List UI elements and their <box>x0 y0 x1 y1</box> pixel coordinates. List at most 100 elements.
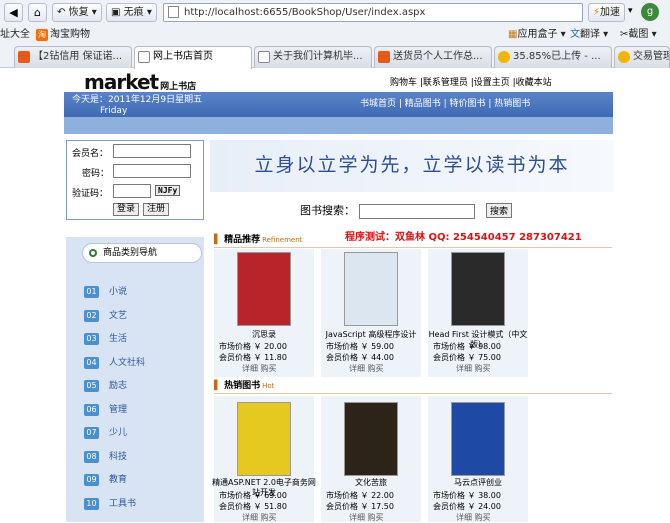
category-item[interactable]: 04 人文社科 <box>84 356 145 370</box>
book-title[interactable]: 马云点评创业 <box>426 478 530 488</box>
site-logo[interactable]: market 网上书店 <box>84 70 196 94</box>
taobao-icon: 淘 <box>36 29 48 41</box>
tab-4[interactable]: 送货员个人工作总... <box>374 46 492 68</box>
detail-link[interactable]: 详细 <box>242 364 258 373</box>
search-label: 图书搜索： <box>300 204 355 217</box>
screenshot-button[interactable]: ✂截图 ▾ <box>620 28 657 42</box>
tab-3[interactable]: 关于我们计算机毕... <box>254 46 372 68</box>
book-title[interactable]: 沉思录 <box>212 330 316 340</box>
category-number: 03 <box>84 333 99 345</box>
tab-6[interactable]: 交易管理 <box>614 46 670 68</box>
address-bar[interactable]: http://localhost:6655/BookShop/User/inde… <box>163 3 583 22</box>
book-cover[interactable] <box>451 402 505 476</box>
captcha-input[interactable] <box>113 184 151 198</box>
book-cover[interactable] <box>451 252 505 326</box>
translate-button[interactable]: 文翻译 ▾ <box>570 28 608 42</box>
book-cover[interactable] <box>237 252 291 326</box>
book-cover[interactable] <box>344 252 398 326</box>
category-number: 06 <box>84 403 99 416</box>
category-label: 励志 <box>109 381 128 391</box>
category-item[interactable]: 03 生活 <box>84 332 127 346</box>
book-title[interactable]: 文化苦旅 <box>319 478 423 488</box>
member-price: 会员价格 ￥ 51.80 <box>219 502 287 511</box>
detail-link[interactable]: 详细 <box>242 513 258 522</box>
market-price: 市场价格 ￥ 38.00 <box>433 491 501 500</box>
member-price: 会员价格 ￥ 11.80 <box>219 353 287 362</box>
tab-favicon <box>138 51 150 63</box>
category-number: 04 <box>84 356 99 369</box>
buy-link[interactable]: 购买 <box>261 513 277 522</box>
tab-favicon <box>618 51 630 63</box>
book-cover[interactable] <box>237 402 291 476</box>
product-links: 详细 购买 <box>456 512 491 523</box>
buy-link[interactable]: 购买 <box>368 364 384 373</box>
buy-link[interactable]: 购买 <box>261 364 277 373</box>
category-number: 01 <box>84 286 99 298</box>
market-price: 市场价格 ￥ 20.00 <box>219 342 287 351</box>
detail-link[interactable]: 详细 <box>456 364 472 373</box>
category-item[interactable]: 05 励志 <box>84 379 127 393</box>
product-links: 详细 购买 <box>349 363 384 374</box>
top-links[interactable]: 购物车 |联系管理员 |设置主页 |收藏本站 <box>390 75 552 88</box>
category-number: 02 <box>84 309 99 322</box>
register-button[interactable]: 注册 <box>143 203 170 216</box>
tab-1[interactable]: 【2钻信用 保证诺... <box>14 46 132 68</box>
home-icon[interactable]: ⌂ <box>28 3 47 22</box>
app-box-button[interactable]: ▦应用盒子 ▾ <box>508 28 566 42</box>
tab-bookshop[interactable]: 网上书店首页 <box>134 46 252 69</box>
date-display: 今天是：2011年12月9日星期五 Friday <box>72 95 203 116</box>
detail-link[interactable]: 详细 <box>456 513 472 522</box>
category-label: 人文社科 <box>109 357 146 368</box>
book-title[interactable]: JavaScript 高级程序设计 <box>319 330 423 340</box>
password-input[interactable] <box>113 164 191 178</box>
back-icon[interactable]: ◀ <box>4 3 23 22</box>
category-item[interactable]: 09 教育 <box>84 473 127 487</box>
category-label: 管理 <box>109 404 128 415</box>
category-item[interactable]: 08 科技 <box>84 450 127 464</box>
bookmark-sites[interactable]: 址大全 <box>0 28 30 42</box>
category-item[interactable]: 10 工具书 <box>84 497 136 511</box>
restore-button[interactable]: ↶ 恢复 ▾ <box>52 3 102 22</box>
username-input[interactable] <box>113 144 191 158</box>
tab-5[interactable]: 35.85%已上传 - ... <box>494 46 612 68</box>
category-number: 10 <box>84 497 99 510</box>
product-links: 详细 购买 <box>349 512 384 523</box>
main-nav[interactable]: 书城首页 | 精品图书 | 特价图书 | 热销图书 <box>360 96 530 109</box>
member-price: 会员价格 ￥ 24.00 <box>433 502 501 511</box>
accelerate-button[interactable]: ⚡加速 <box>588 3 626 22</box>
product-links: 详细 购买 <box>242 363 277 374</box>
book-cover[interactable] <box>344 402 398 476</box>
product-links: 详细 购买 <box>242 512 277 523</box>
translate-icon: 文 <box>570 29 580 40</box>
category-item[interactable]: 07 少儿 <box>84 426 127 440</box>
bullet-icon <box>89 249 97 257</box>
captcha-image[interactable]: NJFy <box>155 185 181 196</box>
category-item[interactable]: 01 小说 <box>84 285 127 299</box>
detail-link[interactable]: 详细 <box>349 513 365 522</box>
detail-link[interactable]: 详细 <box>349 364 365 373</box>
category-label: 生活 <box>109 334 128 344</box>
slogan-banner: 立身以立学为先，立学以读书为本 <box>210 140 614 192</box>
buy-link[interactable]: 购买 <box>368 513 384 522</box>
tab-favicon <box>498 51 510 63</box>
tab-favicon <box>258 51 270 63</box>
product-links: 详细 购买 <box>456 363 491 374</box>
search-engine-icon[interactable]: g <box>641 3 659 21</box>
category-item[interactable]: 02 文艺 <box>84 309 127 323</box>
bookmark-taobao[interactable]: 淘淘宝购物 <box>36 28 90 42</box>
category-label: 少儿 <box>109 428 128 438</box>
password-label: 密码： <box>82 169 110 179</box>
market-price: 市场价格 ￥ 22.00 <box>326 491 394 500</box>
section-marker-icon: ▌ <box>214 381 221 391</box>
category-item[interactable]: 06 管理 <box>84 403 127 417</box>
buy-link[interactable]: 购买 <box>475 513 491 522</box>
section-recommended: ▌ 精品推荐 Refinement <box>214 234 612 248</box>
search-button[interactable]: 搜索 <box>486 203 513 218</box>
section-marker-icon: ▌ <box>214 235 221 245</box>
buy-link[interactable]: 购买 <box>475 364 491 373</box>
dropdown-icon[interactable]: ▾ <box>628 6 633 16</box>
search-input[interactable] <box>358 203 475 219</box>
login-button[interactable]: 登录 <box>113 203 140 216</box>
category-label: 小说 <box>109 287 128 297</box>
incognito-button[interactable]: ▣ 无痕 ▾ <box>106 3 157 22</box>
